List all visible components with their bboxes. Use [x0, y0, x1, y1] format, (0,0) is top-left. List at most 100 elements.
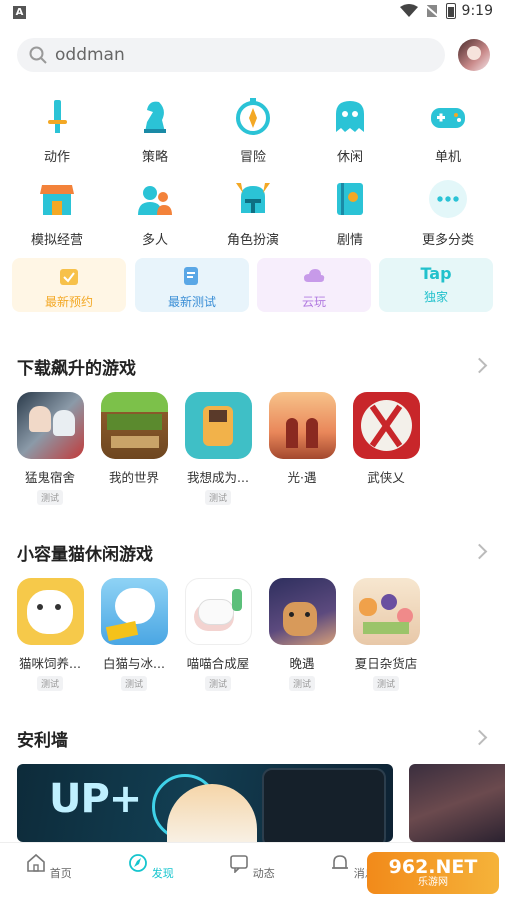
chess-knight-icon [144, 101, 166, 133]
game-item[interactable]: 晚遇 测试 [262, 578, 342, 691]
calendar-check-icon [60, 269, 78, 285]
game-name: 喵喵合成屋 [186, 656, 250, 671]
gamepad-icon [431, 108, 465, 128]
user-avatar[interactable] [458, 39, 490, 71]
nav-home[interactable]: 首页 [19, 853, 79, 881]
game-icon [184, 392, 252, 459]
category-more[interactable]: 更多分类 [403, 179, 493, 248]
recommend-banner[interactable]: UP+ [17, 764, 393, 842]
category-label: 休闲 [336, 150, 363, 165]
game-item[interactable]: 白猫与冰... 测试 [94, 578, 174, 691]
game-icon [268, 392, 336, 459]
game-icon [16, 578, 84, 645]
nav-label: 动态 [252, 867, 275, 880]
watermark-logo: 962.NET 乐游网 [367, 852, 499, 894]
category-story[interactable]: 剧情 [305, 179, 395, 248]
notification-a-icon: A [13, 6, 26, 19]
ghost-icon [336, 101, 364, 132]
wifi-icon [399, 4, 418, 17]
game-item[interactable]: 夏日杂货店 测试 [346, 578, 426, 691]
category-standalone[interactable]: 单机 [403, 96, 493, 165]
tile-label: 独家 [423, 290, 448, 304]
helmet-icon [236, 183, 270, 213]
game-name: 晚遇 [289, 656, 315, 671]
test-badge: 测试 [204, 490, 231, 505]
test-badge: 测试 [120, 676, 147, 691]
tap-logo: Tap [420, 264, 452, 283]
game-icon [268, 578, 336, 645]
nav-label: 发现 [151, 867, 174, 880]
shop-icon [40, 185, 74, 215]
home-icon [27, 853, 46, 872]
edit-doc-icon [184, 267, 198, 285]
game-icon [352, 578, 420, 645]
game-item[interactable]: 我想成为... 测试 [178, 392, 258, 505]
game-item[interactable]: 喵喵合成屋 测试 [178, 578, 258, 691]
category-simulation[interactable]: 模拟经营 [12, 179, 102, 248]
game-icon [16, 392, 84, 459]
test-badge: 测试 [36, 676, 63, 691]
nav-label: 首页 [49, 867, 72, 880]
category-label: 冒险 [239, 150, 266, 165]
category-casual[interactable]: 休闲 [305, 96, 395, 165]
category-label: 角色扮演 [226, 233, 279, 248]
tile-new-reservations[interactable]: 最新预约 [12, 258, 126, 312]
category-label: 动作 [43, 150, 70, 165]
nav-discover[interactable]: 发现 [121, 853, 181, 881]
category-action[interactable]: 动作 [12, 96, 102, 165]
recommend-banner-next[interactable] [409, 764, 505, 842]
tile-cloud-play[interactable]: 云玩 [257, 258, 371, 312]
sword-icon [48, 100, 67, 133]
section-title-trending: 下载飙升的游戏 [17, 359, 136, 379]
book-icon [337, 183, 363, 215]
watermark-line2: 乐游网 [418, 877, 448, 888]
search-query: oddman [55, 45, 125, 65]
tile-label: 最新测试 [167, 295, 216, 309]
battery-icon [445, 3, 456, 19]
tile-new-tests[interactable]: 最新测试 [135, 258, 249, 312]
game-name: 白猫与冰... [103, 656, 165, 671]
game-name: 我的世界 [108, 470, 159, 485]
category-label: 模拟经营 [30, 233, 83, 248]
category-label: 单机 [434, 150, 461, 165]
category-label: 剧情 [336, 233, 363, 248]
test-badge: 测试 [288, 676, 315, 691]
category-rpg[interactable]: 角色扮演 [208, 179, 298, 248]
game-item[interactable]: 猫咪饲养... 测试 [10, 578, 90, 691]
status-bar: A 9:19 [0, 0, 505, 26]
search-bar[interactable]: oddman [17, 38, 445, 72]
tile-exclusive[interactable]: Tap 独家 [379, 258, 493, 312]
chevron-right-icon[interactable] [471, 357, 488, 374]
test-badge: 测试 [36, 490, 63, 505]
chevron-right-icon[interactable] [471, 543, 488, 560]
compass-icon [236, 98, 270, 135]
tile-label: 最新预约 [44, 295, 93, 309]
category-multiplayer[interactable]: 多人 [110, 179, 200, 248]
game-name: 我想成为... [187, 470, 249, 485]
section-title-cat-games: 小容量猫休闲游戏 [17, 545, 153, 565]
category-label: 多人 [141, 233, 168, 248]
bell-icon [332, 855, 349, 869]
nav-feed[interactable]: 动态 [222, 853, 282, 881]
game-item[interactable]: 我的世界 [94, 392, 174, 486]
game-icon [100, 578, 168, 645]
more-icon [429, 180, 467, 218]
banner-phone [262, 768, 386, 842]
people-icon [138, 186, 172, 215]
chevron-right-icon[interactable] [471, 729, 488, 746]
category-strategy[interactable]: 策略 [110, 96, 200, 165]
test-badge: 测试 [372, 676, 399, 691]
game-item[interactable]: 光·遇 [262, 392, 342, 486]
no-sim-icon [423, 4, 440, 18]
game-icon [352, 392, 420, 459]
game-icon [184, 578, 252, 645]
game-item[interactable]: 猛鬼宿舍 测试 [10, 392, 90, 505]
watermark-line1: 962.NET [388, 856, 478, 878]
category-adventure[interactable]: 冒险 [208, 96, 298, 165]
game-name: 猫咪饲养... [19, 656, 81, 671]
game-icon [100, 392, 168, 459]
game-item[interactable]: 武侠乂 [346, 392, 426, 486]
banner-text: UP+ [49, 776, 142, 822]
chat-icon [230, 855, 249, 874]
section-title-recommend-wall: 安利墙 [17, 731, 68, 751]
